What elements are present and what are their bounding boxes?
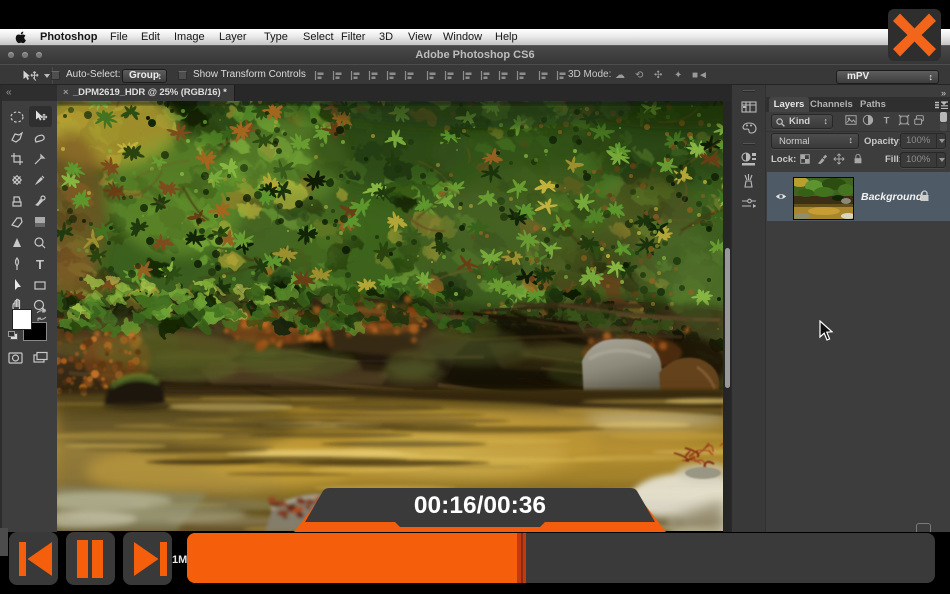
svg-text:00:16/00:36: 00:16/00:36 <box>414 492 546 519</box>
svg-text:T: T <box>36 257 44 272</box>
svg-text:T: T <box>884 114 890 125</box>
